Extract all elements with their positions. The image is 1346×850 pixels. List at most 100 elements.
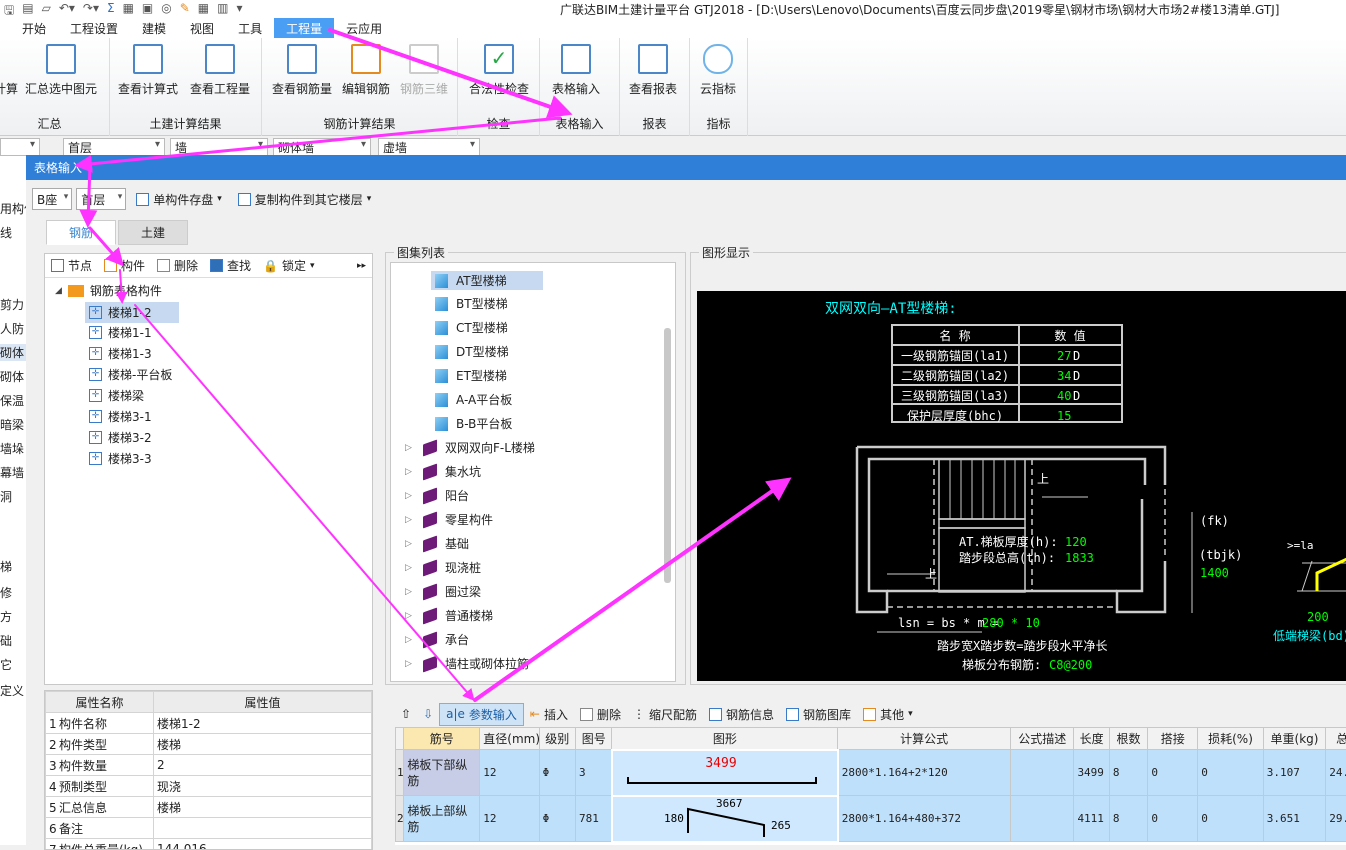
tree-root[interactable]: ◢钢筋表格构件 [55,282,162,299]
cell-name[interactable]: 梯板下部纵筋 [404,750,480,796]
tree-item[interactable]: ✛楼梯-平台板 [89,366,172,383]
atlas-group[interactable]: ▷圈过梁 [405,583,481,600]
cell-fig[interactable]: 3 [576,750,612,796]
node-button[interactable]: 节点 [45,255,98,276]
cell-count[interactable]: 8 [1109,796,1148,842]
nav-item[interactable]: 用构件 [0,200,26,217]
nav-item[interactable]: 暗梁 [0,416,26,433]
nav-item[interactable]: 定义 [0,682,26,699]
cell-total[interactable]: 24.856 [1326,750,1346,796]
nav-item[interactable]: 洞 [0,488,26,505]
nav-item[interactable]: 它 [0,656,26,673]
more-icon[interactable]: ▸▸ [351,259,372,273]
tab-rebar[interactable]: 钢筋 [46,220,116,245]
selector-component[interactable]: 虚墙 [378,138,480,156]
rebar-row[interactable]: 2梯板上部纵筋12Φ78136671802652800*1.164+480+37… [396,796,1346,842]
column-header[interactable]: 图号 [576,728,612,750]
other-button[interactable]: 其他▾ [857,704,919,725]
cell-desc[interactable] [1010,750,1073,796]
table-input-button[interactable]: 表格输入 [552,44,600,97]
column-header[interactable]: 图形 [612,728,838,750]
nav-item[interactable]: 方 [0,608,26,625]
property-row[interactable]: 7构件总重量(kg)144.016 [46,839,372,850]
column-header[interactable]: 计算公式 [838,728,1011,750]
tree-item[interactable]: ✛楼梯3-1 [89,408,152,425]
selector-category[interactable]: 墙 [170,138,268,156]
cell-formula[interactable]: 2800*1.164+480+372 [838,796,1011,842]
find-button[interactable]: 查找 [204,255,257,276]
cell-total[interactable]: 29.208 [1326,796,1346,842]
tree-item[interactable]: ✛楼梯3-2 [89,429,152,446]
property-row[interactable]: 3构件数量2 [46,755,372,776]
building-dropdown[interactable]: B座 [32,188,72,210]
cell-loss[interactable]: 0 [1198,796,1264,842]
validity-check-button[interactable]: ✓合法性检查 [469,44,529,97]
tree-item[interactable]: ✛楼梯1-3 [89,345,152,362]
shape-cell[interactable]: 3499 [612,750,838,796]
atlas-scrollbar[interactable] [664,328,671,583]
view-report-button[interactable]: 查看报表 [629,44,677,97]
floor-dropdown[interactable]: 首层 [76,188,126,210]
insert-button[interactable]: ⇤插入 [524,704,574,725]
column-header[interactable]: 筋号 [404,728,480,750]
cell-unit[interactable]: 3.651 [1263,796,1325,842]
menu-quantities[interactable]: 工程量 [274,18,334,38]
nav-item[interactable]: 幕墙 [0,464,26,481]
delete-button[interactable]: 删除 [151,255,204,276]
nav-item[interactable]: 砌体 [0,344,26,361]
atlas-group[interactable]: ▷零星构件 [405,511,493,528]
component-button[interactable]: 构件 [98,255,151,276]
column-header[interactable]: 总重(kg) [1326,728,1346,750]
cell-unit[interactable]: 3.107 [1263,750,1325,796]
atlas-group[interactable]: ▷承台 [405,631,469,648]
atlas-item[interactable]: CT型楼梯 [435,319,508,336]
menu-modeling[interactable]: 建模 [130,18,178,38]
atlas-item[interactable]: AT型楼梯 [431,271,543,290]
property-value[interactable]: 楼梯1-2 [154,713,372,734]
column-header[interactable]: 根数 [1109,728,1148,750]
property-value[interactable]: 现浇 [154,776,372,797]
calculate-button[interactable]: 计算 [0,44,28,97]
nav-item[interactable]: 剪力 [0,296,26,313]
delete-row-button[interactable]: 删除 [574,704,627,725]
copy-to-floors-button[interactable]: 复制构件到其它楼层▾ [232,189,378,210]
property-row[interactable]: 1构件名称楼梯1-2 [46,713,372,734]
cell-len[interactable]: 4111 [1074,796,1109,842]
scale-rebar-button[interactable]: ⋮缩尺配筋 [627,704,703,725]
lock-button[interactable]: 🔒锁定▾ [257,255,321,276]
cell-dia[interactable]: 12 [480,750,539,796]
nav-item[interactable]: 人防 [0,320,26,337]
tree-item[interactable]: ✛楼梯1-2 [85,302,179,323]
menu-start[interactable]: 开始 [10,18,58,38]
cell-count[interactable]: 8 [1109,750,1148,796]
atlas-item[interactable]: DT型楼梯 [435,343,509,360]
atlas-item[interactable]: B-B平台板 [435,415,512,432]
selector-building[interactable] [0,138,40,156]
tree-item[interactable]: ✛楼梯1-1 [89,324,152,341]
tab-civil[interactable]: 土建 [118,220,188,245]
menu-cloud[interactable]: 云应用 [334,18,394,38]
atlas-group[interactable]: ▷双网双向F-L楼梯 [405,439,535,456]
cell-dia[interactable]: 12 [480,796,539,842]
cell-fig[interactable]: 781 [576,796,612,842]
nav-item[interactable]: 修 [0,584,26,601]
atlas-group[interactable]: ▷阳台 [405,487,469,504]
cell-len[interactable]: 3499 [1074,750,1109,796]
atlas-item[interactable]: BT型楼梯 [435,295,508,312]
menu-tools[interactable]: 工具 [226,18,274,38]
nav-item[interactable]: 梯 [0,558,26,575]
atlas-group[interactable]: ▷基础 [405,535,469,552]
cloud-indicator-button[interactable]: 云指标 [700,44,736,97]
atlas-group[interactable]: ▷墙柱或砌体拉筋 [405,655,529,672]
property-row[interactable]: 4预制类型现浇 [46,776,372,797]
nav-item[interactable]: 墙垛 [0,440,26,457]
column-header[interactable]: 级别 [539,728,575,750]
property-row[interactable]: 5汇总信息楼梯 [46,797,372,818]
view-formula-button[interactable]: 查看计算式 [118,44,178,97]
cell-grade[interactable]: Φ [539,750,575,796]
cell-grade[interactable]: Φ [539,796,575,842]
param-input-button[interactable]: a|e参数输入 [439,703,524,726]
save-component-button[interactable]: 单构件存盘▾ [130,189,228,210]
summarize-selected-button[interactable]: 汇总选中图元 [25,44,97,97]
property-value[interactable] [154,818,372,839]
